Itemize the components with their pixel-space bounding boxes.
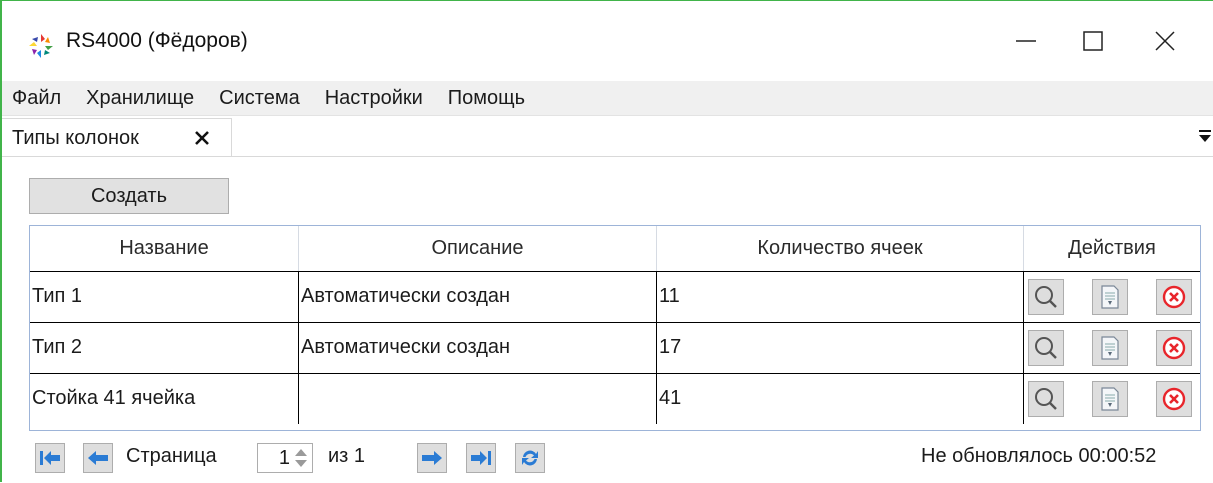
- cell-description: Автоматически создан: [299, 323, 657, 373]
- create-button[interactable]: Создать: [29, 178, 229, 214]
- first-page-icon: [40, 451, 60, 465]
- delete-button[interactable]: [1156, 279, 1192, 315]
- page-label: Страница: [126, 445, 217, 467]
- title-bar: RS4000 (Фёдоров): [2, 1, 1213, 81]
- menu-bar: Файл Хранилище Система Настройки Помощь: [2, 81, 1213, 116]
- first-page-button[interactable]: [35, 443, 65, 473]
- cell-name: Тип 1: [30, 272, 299, 322]
- tab-strip: Типы колонок: [2, 116, 1213, 157]
- edit-document-icon: [1101, 336, 1119, 360]
- refresh-button[interactable]: [515, 443, 545, 473]
- view-button[interactable]: [1028, 279, 1064, 315]
- minimize-icon: [1016, 40, 1036, 42]
- page-number-value: 1: [278, 447, 290, 469]
- table-row[interactable]: Тип 1 Автоматически создан 11: [30, 271, 1200, 322]
- menu-file[interactable]: Файл: [2, 82, 68, 114]
- column-header-description[interactable]: Описание: [299, 226, 657, 271]
- table-header: Название Описание Количество ячеек Дейст…: [30, 226, 1200, 271]
- view-icon: [1035, 388, 1057, 410]
- last-updated-status: Не обновлялось 00:00:52: [921, 445, 1157, 467]
- arrow-left-icon: [88, 451, 108, 465]
- spinner-arrows-icon[interactable]: [292, 446, 310, 470]
- column-header-cell-count[interactable]: Количество ячеек: [657, 226, 1024, 271]
- edit-document-icon: [1101, 387, 1119, 411]
- table-row[interactable]: Стойка 41 ячейка 41: [30, 373, 1200, 424]
- edit-document-icon: [1101, 285, 1119, 309]
- view-button[interactable]: [1028, 381, 1064, 417]
- row-actions: [1024, 272, 1200, 322]
- row-actions: [1024, 374, 1200, 424]
- column-header-actions: Действия: [1068, 237, 1156, 259]
- cell-count: 17: [657, 323, 1024, 373]
- minimize-button[interactable]: [1003, 19, 1049, 63]
- cell-name: Стойка 41 ячейка: [30, 374, 299, 424]
- menu-storage[interactable]: Хранилище: [74, 82, 201, 114]
- pager: Страница 1 из 1 Не обновлялось 00:00:52: [2, 437, 1213, 477]
- cell-count: 41: [657, 374, 1024, 424]
- view-icon: [1035, 337, 1057, 359]
- app-logo-icon: [26, 31, 56, 61]
- view-button[interactable]: [1028, 330, 1064, 366]
- app-window: RS4000 (Фёдоров) Файл Хранилище Система …: [0, 0, 1213, 482]
- menu-settings[interactable]: Настройки: [313, 82, 430, 114]
- close-icon[interactable]: [192, 128, 212, 148]
- view-icon: [1035, 286, 1057, 308]
- cell-description: Автоматически создан: [299, 272, 657, 322]
- last-page-icon: [471, 451, 491, 465]
- cell-name: Тип 2: [30, 323, 299, 373]
- delete-icon: [1162, 285, 1186, 309]
- edit-button[interactable]: [1092, 381, 1128, 417]
- window-title: RS4000 (Фёдоров): [66, 29, 248, 52]
- refresh-icon: [522, 450, 538, 466]
- close-icon: [1155, 31, 1175, 51]
- content-area: Создать Название Описание Количество яче…: [2, 157, 1213, 483]
- table-row[interactable]: Тип 2 Автоматически создан 17: [30, 322, 1200, 373]
- delete-button[interactable]: [1156, 381, 1192, 417]
- tab-overflow-icon[interactable]: [1198, 127, 1212, 145]
- tab-label: Типы колонок: [12, 127, 139, 149]
- edit-button[interactable]: [1092, 330, 1128, 366]
- close-window-button[interactable]: [1142, 19, 1188, 63]
- previous-page-button[interactable]: [83, 443, 113, 473]
- maximize-button[interactable]: [1070, 19, 1116, 63]
- cell-description: [299, 374, 657, 424]
- row-actions: [1024, 323, 1200, 373]
- last-page-button[interactable]: [466, 443, 496, 473]
- next-page-button[interactable]: [417, 443, 447, 473]
- menu-system[interactable]: Система: [207, 82, 307, 114]
- tab-column-types[interactable]: Типы колонок: [2, 118, 232, 156]
- edit-button[interactable]: [1092, 279, 1128, 315]
- page-number-input[interactable]: 1: [257, 443, 313, 473]
- delete-icon: [1162, 336, 1186, 360]
- arrow-right-icon: [422, 451, 442, 465]
- cell-count: 11: [657, 272, 1024, 322]
- column-header-name[interactable]: Название: [30, 226, 299, 271]
- column-types-table: Название Описание Количество ячеек Дейст…: [29, 225, 1201, 431]
- maximize-icon: [1083, 31, 1103, 51]
- delete-button[interactable]: [1156, 330, 1192, 366]
- delete-icon: [1162, 387, 1186, 411]
- total-pages-label: из 1: [328, 445, 366, 467]
- menu-help[interactable]: Помощь: [436, 82, 532, 114]
